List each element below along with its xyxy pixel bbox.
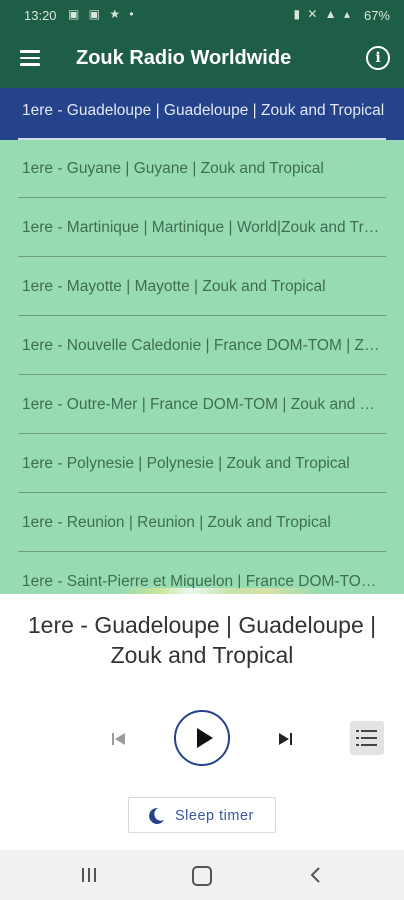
station-item[interactable]: 1ere - Outre-Mer | France DOM-TOM | Zouk… [18, 376, 386, 434]
home-icon[interactable] [192, 866, 212, 886]
next-button[interactable] [274, 728, 296, 750]
moon-icon [149, 807, 164, 824]
recent-apps-icon[interactable] [80, 867, 98, 883]
now-playing-title: 1ere - Guadeloupe | Guadeloupe | Zouk an… [27, 612, 377, 668]
status-time: 13:20 [24, 8, 57, 23]
player-panel: 1ere - Guadeloupe | Guadeloupe | Zouk an… [0, 594, 404, 850]
station-item[interactable]: 1ere - Reunion | Reunion | Zouk and Trop… [18, 494, 386, 552]
list-icon [356, 730, 377, 746]
system-status-icons: ▮ ✕ ▲ ▴ [293, 7, 352, 21]
playlist-button[interactable] [350, 721, 384, 755]
menu-icon[interactable] [20, 50, 40, 66]
battery-level: 67% [363, 8, 390, 23]
sleep-timer-button[interactable]: Sleep timer [128, 797, 276, 833]
system-nav-bar [0, 850, 404, 900]
station-item[interactable]: 1ere - Mayotte | Mayotte | Zouk and Trop… [18, 258, 386, 316]
notification-icons: ▣ ▣ ★ • [68, 7, 137, 21]
previous-button[interactable] [108, 728, 130, 750]
station-item[interactable]: 1ere - Nouvelle Caledonie | France DOM-T… [18, 317, 386, 375]
app-title: Zouk Radio Worldwide [76, 47, 292, 69]
skip-previous-icon [112, 733, 125, 745]
station-item[interactable]: 1ere - Guyane | Guyane | Zouk and Tropic… [18, 140, 386, 198]
skip-next-icon [279, 733, 292, 745]
station-list[interactable]: 1ere - Guadeloupe | Guadeloupe | Zouk an… [0, 88, 404, 594]
play-icon [197, 728, 213, 748]
station-item[interactable]: 1ere - Polynesie | Polynesie | Zouk and … [18, 435, 386, 493]
play-button[interactable] [174, 710, 230, 766]
back-icon[interactable] [308, 866, 322, 884]
station-item[interactable]: 1ere - Martinique | Martinique | World|Z… [18, 199, 386, 257]
station-item-selected[interactable]: 1ere - Guadeloupe | Guadeloupe | Zouk an… [0, 88, 404, 140]
sleep-timer-label: Sleep timer [175, 808, 254, 824]
status-bar: 13:20 ▣ ▣ ★ • ▮ ✕ ▲ ▴ 67% [0, 0, 404, 30]
info-icon[interactable]: i [366, 46, 390, 70]
app-bar: Zouk Radio Worldwide i [0, 30, 404, 88]
